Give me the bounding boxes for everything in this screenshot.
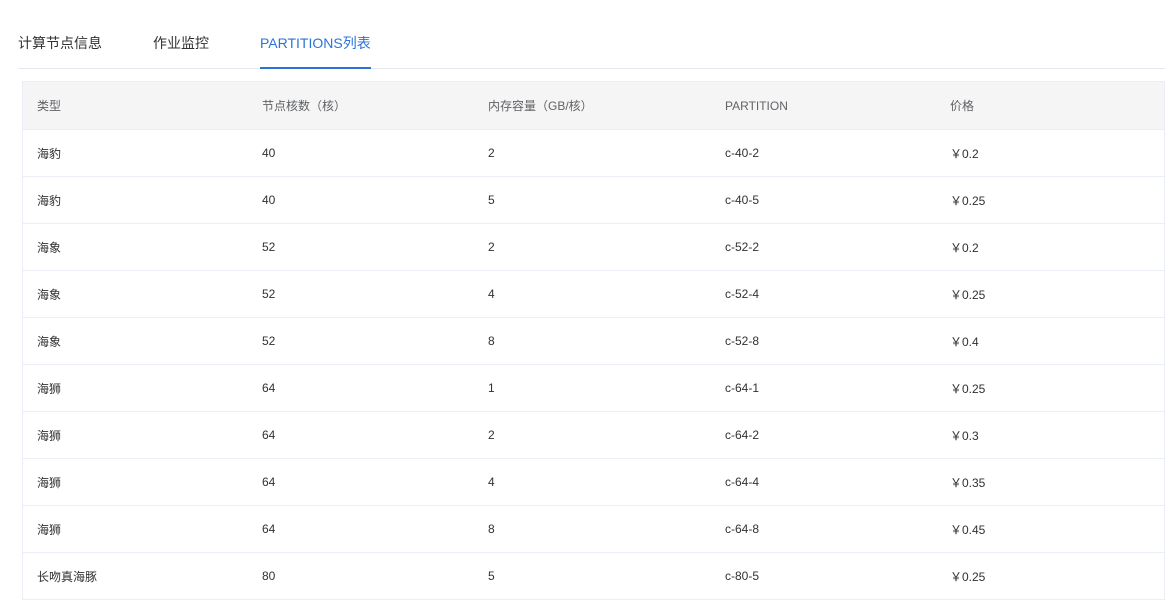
- cell-cores: 52: [248, 223, 474, 271]
- cell-price: ￥0.25: [936, 176, 1164, 224]
- cell-memory: 8: [474, 505, 711, 553]
- cell-type: 海豹: [23, 176, 248, 224]
- cell-cores: 64: [248, 411, 474, 459]
- cell-memory: 2: [474, 411, 711, 459]
- cell-memory: 5: [474, 176, 711, 224]
- cell-price: ￥0.25: [936, 364, 1164, 412]
- cell-memory: 2: [474, 129, 711, 177]
- cell-partition: c-80-5: [711, 552, 936, 600]
- cell-type: 海象: [23, 270, 248, 318]
- cell-type: 长吻真海豚: [23, 552, 248, 600]
- cell-cores: 52: [248, 317, 474, 365]
- cell-price: ￥0.3: [936, 411, 1164, 459]
- column-header-cores: 节点核数（核）: [248, 82, 474, 130]
- column-header-partition: PARTITION: [711, 82, 936, 130]
- table-row: 海狮 64 4 c-64-4 ￥0.35: [23, 458, 1164, 506]
- tab-compute-node-info[interactable]: 计算节点信息: [18, 32, 102, 68]
- cell-partition: c-64-4: [711, 458, 936, 506]
- cell-cores: 64: [248, 364, 474, 412]
- cell-partition: c-64-2: [711, 411, 936, 459]
- cell-cores: 64: [248, 458, 474, 506]
- cell-price: ￥0.25: [936, 552, 1164, 600]
- table-row: 海象 52 8 c-52-8 ￥0.4: [23, 317, 1164, 365]
- table-row: 长吻真海豚 80 5 c-80-5 ￥0.25: [23, 552, 1164, 600]
- cell-partition: c-52-8: [711, 317, 936, 365]
- cell-partition: c-40-2: [711, 129, 936, 177]
- cell-memory: 4: [474, 270, 711, 318]
- tab-partitions-list[interactable]: PARTITIONS列表: [260, 32, 371, 69]
- tab-bar: 计算节点信息 作业监控 PARTITIONS列表: [18, 0, 1165, 69]
- cell-memory: 8: [474, 317, 711, 365]
- cell-price: ￥0.45: [936, 505, 1164, 553]
- table-row: 海狮 64 8 c-64-8 ￥0.45: [23, 505, 1164, 553]
- tab-job-monitoring[interactable]: 作业监控: [153, 32, 209, 68]
- cell-type: 海象: [23, 223, 248, 271]
- column-header-price: 价格: [936, 82, 1164, 130]
- cell-cores: 40: [248, 176, 474, 224]
- table-body: 海豹 40 2 c-40-2 ￥0.2 海豹 40 5 c-40-5 ￥0.25 海象 52 2 c-52…: [23, 129, 1164, 600]
- table-header-row: 类型 节点核数（核） 内存容量（GB/核） PARTITION 价格: [23, 82, 1164, 130]
- cell-type: 海狮: [23, 364, 248, 412]
- table-row: 海狮 64 2 c-64-2 ￥0.3: [23, 411, 1164, 459]
- cell-price: ￥0.2: [936, 223, 1164, 271]
- table-header: 类型 节点核数（核） 内存容量（GB/核） PARTITION 价格: [23, 82, 1164, 130]
- column-header-type: 类型: [23, 82, 248, 130]
- cell-type: 海狮: [23, 411, 248, 459]
- cell-cores: 52: [248, 270, 474, 318]
- cell-price: ￥0.4: [936, 317, 1164, 365]
- cell-memory: 4: [474, 458, 711, 506]
- table-row: 海象 52 4 c-52-4 ￥0.25: [23, 270, 1164, 318]
- cell-cores: 80: [248, 552, 474, 600]
- cell-price: ￥0.25: [936, 270, 1164, 318]
- cell-partition: c-64-1: [711, 364, 936, 412]
- cell-memory: 1: [474, 364, 711, 412]
- partitions-table: 类型 节点核数（核） 内存容量（GB/核） PARTITION 价格 海豹 40 2…: [22, 81, 1165, 600]
- cell-type: 海狮: [23, 458, 248, 506]
- cell-memory: 5: [474, 552, 711, 600]
- cell-cores: 40: [248, 129, 474, 177]
- cell-type: 海豹: [23, 129, 248, 177]
- cell-partition: c-52-4: [711, 270, 936, 318]
- table-row: 海豹 40 5 c-40-5 ￥0.25: [23, 176, 1164, 224]
- cell-price: ￥0.2: [936, 129, 1164, 177]
- cell-partition: c-52-2: [711, 223, 936, 271]
- table-row: 海豹 40 2 c-40-2 ￥0.2: [23, 129, 1164, 177]
- cell-partition: c-40-5: [711, 176, 936, 224]
- cell-cores: 64: [248, 505, 474, 553]
- table-row: 海象 52 2 c-52-2 ￥0.2: [23, 223, 1164, 271]
- cell-price: ￥0.35: [936, 458, 1164, 506]
- cell-memory: 2: [474, 223, 711, 271]
- cell-partition: c-64-8: [711, 505, 936, 553]
- table-row: 海狮 64 1 c-64-1 ￥0.25: [23, 364, 1164, 412]
- cell-type: 海象: [23, 317, 248, 365]
- column-header-memory: 内存容量（GB/核）: [474, 82, 711, 130]
- cell-type: 海狮: [23, 505, 248, 553]
